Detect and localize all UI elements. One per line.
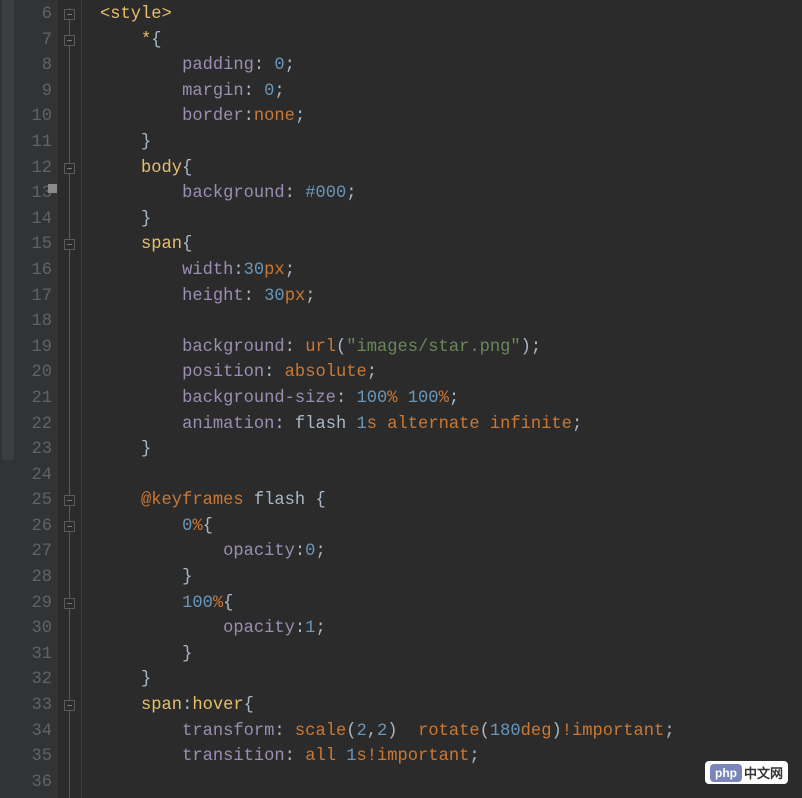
fold-toggle-icon[interactable] [64, 598, 75, 609]
line-number: 21 [16, 386, 58, 412]
fold-toggle-icon[interactable] [64, 495, 75, 506]
line-number: 36 [16, 770, 58, 796]
scroll-marks-gutter [0, 0, 16, 798]
line-number: 12 [16, 156, 58, 182]
line-number: 27 [16, 539, 58, 565]
line-number: 16 [16, 258, 58, 284]
line-number: 11 [16, 130, 58, 156]
line-number: 8 [16, 53, 58, 79]
line-number: 26 [16, 514, 58, 540]
code-content[interactable]: <style> *{ padding: 0; margin: 0; border… [100, 2, 802, 798]
line-number: 30 [16, 616, 58, 642]
line-number: 18 [16, 309, 58, 335]
line-number: 24 [16, 463, 58, 489]
line-number: 10 [16, 104, 58, 130]
line-number: 22 [16, 412, 58, 438]
fold-toggle-icon[interactable] [64, 163, 75, 174]
line-number: 29 [16, 591, 58, 617]
line-number: 14 [16, 207, 58, 233]
line-number: 9 [16, 79, 58, 105]
line-number: 19 [16, 335, 58, 361]
fold-toggle-icon[interactable] [64, 239, 75, 250]
watermark-logo: php 中文网 [705, 761, 788, 784]
line-number: 23 [16, 437, 58, 463]
logo-php-text: php [710, 764, 742, 782]
line-number: 34 [16, 719, 58, 745]
line-number: 7 [16, 28, 58, 54]
fold-gutter[interactable] [58, 0, 82, 798]
line-number: 6 [16, 2, 58, 28]
line-number: 32 [16, 667, 58, 693]
line-number: 15 [16, 232, 58, 258]
line-number-gutter: 6789101112131415161718192021222324252627… [16, 0, 58, 798]
line-number: 31 [16, 642, 58, 668]
fold-toggle-icon[interactable] [64, 9, 75, 20]
line-number: 17 [16, 284, 58, 310]
line-number: 35 [16, 744, 58, 770]
viewport-indicator [2, 0, 14, 460]
logo-cn-text: 中文网 [744, 763, 783, 782]
bookmark-icon [48, 184, 57, 193]
line-number: 33 [16, 693, 58, 719]
fold-toggle-icon[interactable] [64, 700, 75, 711]
logo-badge: php 中文网 [705, 761, 788, 784]
fold-toggle-icon[interactable] [64, 35, 75, 46]
code-area[interactable]: <style> *{ padding: 0; margin: 0; border… [82, 0, 802, 798]
line-number: 20 [16, 360, 58, 386]
fold-toggle-icon[interactable] [64, 521, 75, 532]
line-number: 28 [16, 565, 58, 591]
line-number: 25 [16, 488, 58, 514]
code-editor[interactable]: 6789101112131415161718192021222324252627… [0, 0, 802, 798]
